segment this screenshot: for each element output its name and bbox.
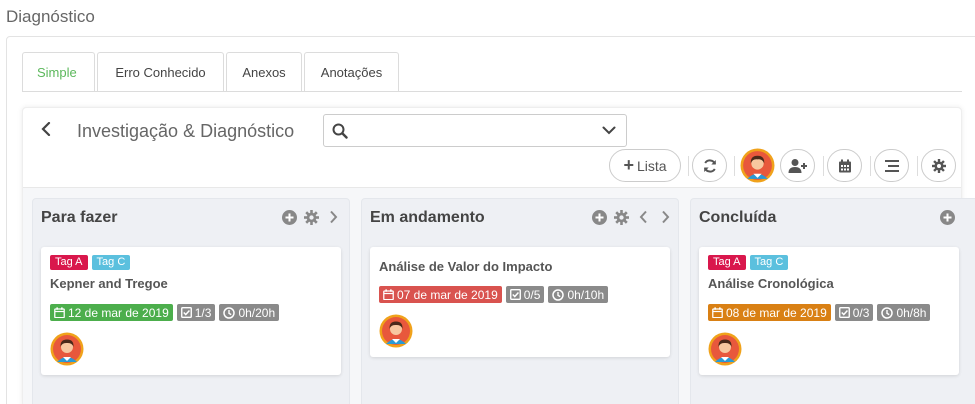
- tag-list: Tag A Tag C: [50, 255, 131, 270]
- column-settings-icon[interactable]: [303, 209, 319, 225]
- refresh-button[interactable]: [692, 149, 727, 182]
- gear-icon: [931, 158, 946, 173]
- add-list-button[interactable]: + Lista: [609, 149, 681, 182]
- align-button[interactable]: [874, 149, 909, 182]
- settings-button[interactable]: [921, 149, 956, 182]
- due-date: 07 de mar de 2019: [397, 287, 498, 302]
- avatar[interactable]: [740, 148, 775, 183]
- checklist-badge: 0/5: [505, 286, 545, 303]
- due-date-badge: 12 de mar de 2019: [50, 304, 173, 321]
- due-date-badge: 07 de mar de 2019: [379, 286, 502, 303]
- kanban-board: Investigação & Diagnóstico + Lista Para …: [22, 107, 975, 404]
- search-icon: [332, 123, 348, 139]
- checklist-badge: 1/3: [176, 304, 216, 321]
- tabs-divider: [22, 91, 962, 92]
- card[interactable]: Tag A Tag C Kepner and Tregoe 12 de mar …: [41, 247, 341, 375]
- checklist-count: 0/3: [852, 305, 870, 320]
- column-title: Concluída: [699, 209, 777, 226]
- clock-icon: [552, 288, 565, 301]
- plus-icon: +: [623, 154, 634, 175]
- calendar-button[interactable]: [827, 149, 862, 182]
- avatar[interactable]: [50, 332, 84, 366]
- move-right-icon[interactable]: [325, 209, 341, 225]
- column-title: Para fazer: [41, 209, 118, 226]
- time-badge: 0h/10h: [548, 286, 609, 303]
- time-badge: 0h/8h: [877, 304, 931, 321]
- add-card-icon[interactable]: [281, 209, 297, 225]
- toolbar-separator: [734, 156, 735, 176]
- column-actions: [281, 209, 341, 225]
- align-icon: [884, 159, 899, 172]
- time-spent: 0h/8h: [896, 305, 927, 320]
- add-user-icon: [788, 158, 807, 173]
- card[interactable]: Tag A Tag C Análise Cronológica 08 de ma…: [699, 247, 959, 375]
- refresh-icon: [703, 158, 716, 173]
- time-spent: 0h/10h: [567, 287, 605, 302]
- add-list-label: Lista: [636, 157, 667, 174]
- column-actions: [939, 209, 955, 225]
- clock-icon: [223, 306, 236, 319]
- column-settings-icon[interactable]: [613, 209, 629, 225]
- checklist-count: 1/3: [194, 305, 212, 320]
- card-title: Análise Cronológica: [708, 276, 834, 291]
- checklist-count: 0/5: [523, 287, 541, 302]
- tag: Tag C: [749, 255, 789, 270]
- checkbox-icon: [509, 289, 521, 300]
- add-card-icon[interactable]: [939, 209, 955, 225]
- time-badge: 0h/20h: [219, 304, 280, 321]
- tag: Tag C: [91, 255, 131, 270]
- move-left-icon[interactable]: [635, 209, 651, 225]
- column-actions: [591, 209, 673, 225]
- card-meta: 12 de mar de 2019 1/3 0h/20h: [50, 304, 280, 321]
- board-title: Investigação & Diagnóstico: [77, 121, 295, 141]
- clock-icon: [881, 306, 894, 319]
- toolbar-separator: [823, 156, 824, 176]
- toolbar-separator: [870, 156, 871, 176]
- search-box[interactable]: [323, 114, 627, 147]
- page-title: Diagnóstico: [6, 7, 95, 26]
- card-meta: 08 de mar de 2019 0/3 0h/8h: [708, 304, 931, 321]
- avatar[interactable]: [708, 332, 742, 366]
- add-user-button[interactable]: [780, 149, 815, 182]
- calendar-icon: [383, 289, 394, 300]
- card-title: Análise de Valor do Impacto: [379, 259, 553, 274]
- checkbox-icon: [180, 307, 192, 318]
- card[interactable]: Análise de Valor do Impacto 07 de mar de…: [370, 247, 670, 357]
- checklist-badge: 0/3: [834, 304, 874, 321]
- move-right-icon[interactable]: [657, 209, 673, 225]
- tab-anotacoes[interactable]: Anotações: [304, 52, 399, 92]
- back-icon[interactable]: [39, 120, 53, 138]
- tab-anexos[interactable]: Anexos: [226, 52, 302, 92]
- card-title: Kepner and Tregoe: [50, 276, 168, 291]
- toolbar-separator: [688, 156, 689, 176]
- board-header: Investigação & Diagnóstico + Lista: [23, 108, 961, 188]
- column-para-fazer: Para fazer Tag A Tag C Kepner and Tregoe…: [32, 198, 350, 404]
- chevron-down-icon[interactable]: [602, 126, 616, 135]
- calendar-icon: [838, 159, 851, 172]
- tag-list: Tag A Tag C: [708, 255, 789, 270]
- calendar-icon: [54, 307, 65, 318]
- due-date: 08 de mar de 2019: [726, 305, 827, 320]
- add-card-icon[interactable]: [591, 209, 607, 225]
- due-date: 12 de mar de 2019: [68, 305, 169, 320]
- column-concluida: Concluída Tag A Tag C Análise Cronológic…: [690, 198, 975, 404]
- tab-bar: Simple Erro Conhecido Anexos Anotações: [22, 52, 401, 92]
- column-em-andamento: Em andamento Análise de Valor do Impacto…: [361, 198, 679, 404]
- tab-erro-conhecido[interactable]: Erro Conhecido: [97, 52, 224, 92]
- time-spent: 0h/20h: [238, 305, 276, 320]
- due-date-badge: 08 de mar de 2019: [708, 304, 831, 321]
- column-title: Em andamento: [370, 209, 485, 226]
- tag: Tag A: [708, 255, 746, 270]
- search-input[interactable]: [354, 119, 594, 143]
- checkbox-icon: [838, 307, 850, 318]
- tag: Tag A: [50, 255, 88, 270]
- toolbar-separator: [917, 156, 918, 176]
- tab-simple[interactable]: Simple: [22, 52, 95, 92]
- calendar-icon: [712, 307, 723, 318]
- avatar[interactable]: [379, 314, 413, 348]
- card-meta: 07 de mar de 2019 0/5 0h/10h: [379, 286, 609, 303]
